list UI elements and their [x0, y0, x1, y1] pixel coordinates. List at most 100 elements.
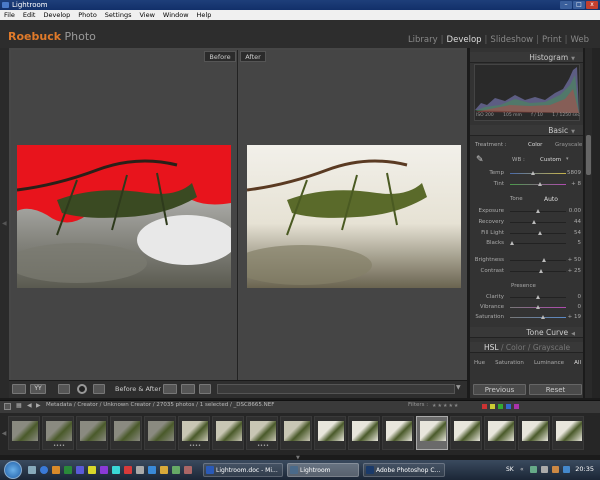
module-web[interactable]: Web — [567, 35, 592, 45]
grid-view-icon[interactable]: ▦ — [16, 402, 22, 409]
task-photoshop[interactable]: Adobe Photoshop C... — [363, 463, 445, 477]
tone-curve-header[interactable]: Tone Curve ◀ — [470, 327, 583, 338]
saturation-slider[interactable]: Saturation + 19 — [474, 314, 584, 322]
subtab-hue[interactable]: Hue — [474, 360, 485, 366]
swap-before-after-icon[interactable] — [199, 384, 211, 394]
basic-header[interactable]: Basic ▼ — [470, 125, 583, 136]
quicklaunch-icon[interactable] — [64, 466, 72, 474]
quicklaunch-icon[interactable] — [172, 466, 180, 474]
module-slideshow[interactable]: Slideshow — [487, 35, 536, 45]
ie-icon[interactable] — [40, 466, 48, 474]
scrollbar-thumb[interactable] — [586, 135, 591, 175]
right-panel-scrollbar[interactable] — [585, 48, 592, 398]
filter-rating-stars[interactable]: ★★★★★ — [432, 403, 459, 409]
filmstrip-thumbnail[interactable] — [314, 416, 346, 450]
tab-hsl[interactable]: HSL — [484, 343, 499, 352]
minimize-button[interactable]: – — [560, 1, 572, 9]
contrast-slider[interactable]: Contrast + 25 — [474, 268, 584, 276]
filmstrip-thumbnail[interactable] — [552, 416, 584, 450]
start-button[interactable] — [4, 461, 22, 479]
recovery-slider[interactable]: Recovery 44 — [474, 219, 584, 227]
brightness-slider[interactable]: Brightness + 50 — [474, 257, 584, 265]
purple-label-icon[interactable] — [514, 404, 519, 409]
fill-light-slider[interactable]: Fill Light 54 — [474, 230, 584, 238]
filter-color-labels[interactable] — [482, 404, 562, 409]
crop-overlay-icon[interactable] — [58, 384, 70, 394]
module-develop[interactable]: Develop — [444, 35, 485, 45]
filmstrip-thumbnail[interactable] — [382, 416, 414, 450]
quicklaunch-icon[interactable] — [100, 466, 108, 474]
module-print[interactable]: Print — [539, 35, 565, 45]
subtab-saturation[interactable]: Saturation — [495, 360, 524, 366]
language-indicator[interactable]: SK — [506, 466, 514, 473]
treatment-color-option[interactable]: Color — [528, 142, 542, 148]
menu-window[interactable]: Window — [159, 10, 193, 20]
tray-app-icon[interactable] — [552, 466, 559, 473]
toolbar-menu-icon[interactable]: ▼ — [456, 384, 461, 391]
clarity-slider[interactable]: Clarity 0 — [474, 294, 584, 302]
before-after-view-icon[interactable]: YY — [30, 384, 46, 394]
filmstrip-thumbnail[interactable] — [518, 416, 550, 450]
exposure-slider[interactable]: Exposure 0.00 — [474, 208, 584, 216]
red-eye-icon[interactable] — [77, 384, 87, 394]
copy-after-to-before-icon[interactable] — [181, 384, 195, 394]
close-button[interactable]: x — [586, 1, 598, 9]
quicklaunch-icon[interactable] — [124, 466, 132, 474]
filmstrip-thumbnail[interactable]: •••• — [246, 416, 278, 450]
menu-photo[interactable]: Photo — [74, 10, 101, 20]
expand-left-panel-icon[interactable]: ◀ — [2, 220, 7, 227]
filmstrip-source-path[interactable]: Metadata / Creator / Unknown Creator / 2… — [46, 402, 274, 408]
menu-help[interactable]: Help — [193, 10, 216, 20]
quicklaunch-icon[interactable] — [136, 466, 144, 474]
quicklaunch-icon[interactable] — [148, 466, 156, 474]
forward-arrow-icon[interactable]: ▶ — [36, 402, 41, 409]
slider-knob[interactable] — [531, 171, 536, 175]
filmstrip-thumbnail[interactable] — [212, 416, 244, 450]
slider-knob[interactable] — [510, 241, 515, 245]
filmstrip-thumbnail[interactable] — [416, 416, 448, 450]
loupe-view-icon[interactable] — [12, 384, 26, 394]
slider-knob[interactable] — [538, 269, 543, 273]
slider-knob[interactable] — [541, 315, 546, 319]
maximize-button[interactable]: □ — [573, 1, 585, 9]
previous-button[interactable]: Previous — [473, 384, 526, 395]
tray-network-icon[interactable] — [530, 466, 537, 473]
filmstrip-thumbnail[interactable] — [484, 416, 516, 450]
menu-edit[interactable]: Edit — [19, 10, 40, 20]
tray-expand-icon[interactable]: « — [520, 466, 524, 473]
slider-knob[interactable] — [535, 209, 540, 213]
slider-knob[interactable] — [537, 231, 542, 235]
menu-settings[interactable]: Settings — [101, 10, 136, 20]
auto-tone-button[interactable]: Auto — [544, 196, 558, 203]
before-photo[interactable] — [17, 145, 231, 288]
filmstrip-thumbnail[interactable] — [8, 416, 40, 450]
copy-before-to-after-icon[interactable] — [163, 384, 177, 394]
filmstrip-thumbnail[interactable] — [110, 416, 142, 450]
quicklaunch-icon[interactable] — [88, 466, 96, 474]
subtab-luminance[interactable]: Luminance — [534, 360, 564, 366]
filmstrip-left-arrow-icon[interactable]: ◀ — [0, 414, 8, 454]
tab-grayscale[interactable]: Grayscale — [533, 343, 570, 352]
module-library[interactable]: Library — [405, 35, 441, 45]
filmstrip-thumbnail[interactable] — [348, 416, 380, 450]
task-word-document[interactable]: Lightroom.doc - Mi... — [203, 463, 283, 477]
reset-button[interactable]: Reset — [529, 384, 582, 395]
taskbar-clock[interactable]: 20:35 — [575, 465, 594, 473]
quicklaunch-icon[interactable] — [184, 466, 192, 474]
red-label-icon[interactable] — [482, 404, 487, 409]
menu-develop[interactable]: Develop — [39, 10, 74, 20]
back-arrow-icon[interactable]: ◀ — [27, 402, 32, 409]
wb-preset-dropdown[interactable]: Custom — [540, 157, 561, 163]
quicklaunch-icon[interactable] — [112, 466, 120, 474]
after-photo[interactable] — [247, 145, 461, 288]
slider-knob[interactable] — [542, 258, 547, 262]
filmstrip-thumbnail[interactable]: •••• — [42, 416, 74, 450]
vibrance-slider[interactable]: Vibrance 0 — [474, 304, 584, 312]
subtab-all[interactable]: All — [574, 360, 581, 366]
slider-knob[interactable] — [538, 182, 543, 186]
slider-knob[interactable] — [535, 305, 540, 309]
show-desktop-icon[interactable] — [28, 466, 36, 474]
tray-volume-icon[interactable] — [541, 466, 548, 473]
quicklaunch-icon[interactable] — [160, 466, 168, 474]
tray-app-icon[interactable] — [563, 466, 570, 473]
